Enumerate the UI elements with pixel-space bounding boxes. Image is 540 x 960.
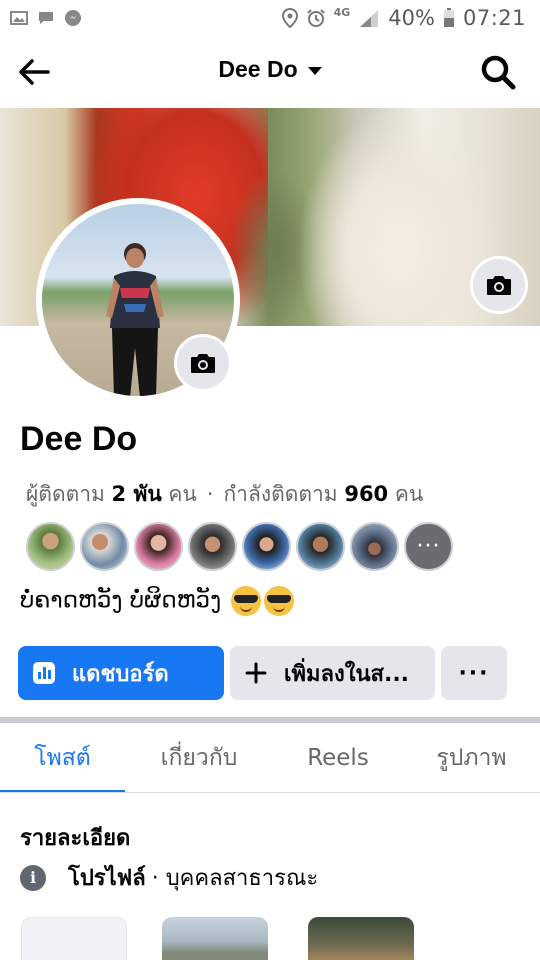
plus-icon <box>245 662 267 684</box>
dashboard-icon <box>33 662 55 684</box>
caret-down-icon <box>307 66 322 75</box>
alarm-icon <box>306 9 325 27</box>
profile-bio: ບໍ່ຄາດຫວັງ ບໍ່ຜິດຫວັງ <box>20 586 295 616</box>
camera-icon <box>191 354 215 373</box>
location-icon <box>281 8 298 28</box>
featured-thumbnail[interactable] <box>162 917 268 960</box>
search-button[interactable] <box>478 52 518 92</box>
tabs-divider <box>0 792 540 793</box>
featured-thumbnail[interactable] <box>21 917 127 960</box>
clock: 07:21 <box>462 6 526 30</box>
tab-reels[interactable]: Reels <box>273 723 403 793</box>
profile-name: Dee Do <box>20 420 138 458</box>
app-header: Dee Do <box>0 36 540 108</box>
more-followers-button[interactable]: ··· <box>404 522 453 571</box>
featured-thumbnail[interactable] <box>308 917 414 960</box>
edit-profile-picture-button[interactable] <box>174 334 232 392</box>
follower-avatar[interactable] <box>26 522 75 571</box>
network-type: 4G <box>333 5 351 19</box>
follow-stats: ผู้ติดตาม 2 พัน คน · กำลังติดตาม 960 คน <box>26 482 424 506</box>
follower-avatar[interactable] <box>134 522 183 571</box>
sunglasses-emoji-icon <box>231 586 262 616</box>
page-title: Dee Do <box>218 56 298 82</box>
follower-avatar[interactable] <box>80 522 129 571</box>
follower-avatar[interactable] <box>350 522 399 571</box>
search-icon <box>481 55 516 90</box>
followers-link[interactable]: ผู้ติดตาม 2 พัน คน <box>26 482 197 506</box>
edit-cover-button[interactable] <box>470 256 528 314</box>
battery-icon <box>443 8 454 27</box>
status-bar: 4G 40% 07:21 <box>0 0 540 36</box>
more-options-button[interactable]: ··· <box>441 646 507 700</box>
tab-photos[interactable]: รูปภาพ <box>403 723 540 793</box>
message-icon <box>39 12 53 24</box>
info-icon: i <box>20 864 46 891</box>
battery-percent: 40% <box>388 6 435 30</box>
sunglasses-emoji-icon <box>264 586 295 616</box>
details-heading: รายละเอียด <box>20 826 131 851</box>
tab-posts[interactable]: โพสต์ <box>0 723 125 793</box>
profile-tabs: โพสต์ เกี่ยวกับ Reels รูปภาพ <box>0 723 540 793</box>
profile-switcher[interactable]: Dee Do <box>0 56 540 83</box>
gallery-icon <box>10 11 28 25</box>
dashboard-button[interactable]: แดชบอร์ด <box>18 646 224 700</box>
following-link[interactable]: กำลังติดตาม 960 คน <box>223 482 423 506</box>
follower-avatar[interactable] <box>296 522 345 571</box>
follower-avatar[interactable] <box>242 522 291 571</box>
camera-icon <box>487 276 511 295</box>
add-to-story-button[interactable]: เพิ่มลงในส... <box>230 646 435 700</box>
profile-person-image <box>106 243 164 396</box>
profile-type-row: i โปรไฟล์ · บุคคลสาธารณะ <box>20 860 318 895</box>
signal-icon <box>360 10 379 27</box>
tab-about[interactable]: เกี่ยวกับ <box>125 723 273 793</box>
messenger-icon <box>65 10 81 26</box>
follower-avatar[interactable] <box>188 522 237 571</box>
follower-avatars: ··· <box>26 522 453 571</box>
